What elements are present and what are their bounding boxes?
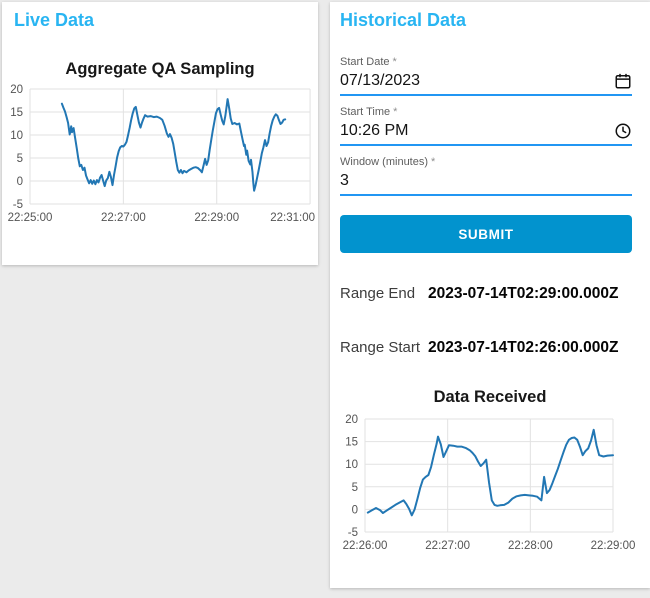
calendar-icon[interactable]: [614, 72, 632, 90]
live-data-panel: Live Data Aggregate QA Sampling 20 15 10 5 0…: [2, 2, 318, 265]
start-date-field: Start Date *: [340, 55, 632, 96]
start-date-label: Start Date *: [340, 56, 397, 68]
window-minutes-field: Window (minutes) *: [340, 155, 632, 196]
data-received-chart-plot: 20 15 10 5 0 -5 22:26:00 22:27:00 22:28:00 22:29:…: [330, 411, 650, 559]
clock-icon[interactable]: [614, 122, 632, 140]
start-date-input[interactable]: [340, 72, 614, 90]
historical-panel-title: Historical Data: [340, 10, 467, 30]
start-time-input[interactable]: [340, 122, 614, 140]
live-panel-title: Live Data: [14, 10, 95, 30]
svg-text:22:29:00: 22:29:00: [194, 212, 239, 224]
svg-text:0: 0: [17, 176, 23, 188]
range-end-row: Range End 2023-07-14T02:29:00.000Z: [340, 285, 650, 303]
required-asterisk: *: [431, 156, 436, 168]
svg-text:22:25:00: 22:25:00: [8, 212, 53, 224]
start-time-field: Start Time *: [340, 105, 632, 146]
live-chart: Aggregate QA Sampling 20 15 10 5 0 -5 22:25:00…: [2, 60, 318, 231]
range-end-label: Range End: [340, 285, 416, 302]
data-received-chart-title: Data Received: [433, 388, 547, 406]
svg-text:22:29:00: 22:29:00: [591, 540, 636, 552]
svg-text:22:28:00: 22:28:00: [508, 540, 553, 552]
submit-button[interactable]: SUBMIT: [340, 215, 632, 253]
window-minutes-input[interactable]: [340, 172, 632, 190]
svg-text:20: 20: [10, 84, 23, 96]
svg-text:5: 5: [352, 482, 358, 494]
svg-text:15: 15: [10, 107, 23, 119]
svg-text:20: 20: [345, 414, 358, 426]
svg-text:5: 5: [17, 153, 23, 165]
range-end-value: 2023-07-14T02:29:00.000Z: [428, 285, 619, 302]
required-asterisk: *: [393, 106, 398, 118]
live-chart-plot: 20 15 10 5 0 -5 22:25:00 22:27:00 22:29:00 22:31:…: [2, 83, 318, 231]
svg-text:0: 0: [352, 504, 358, 516]
required-asterisk: *: [392, 56, 397, 68]
window-minutes-label: Window (minutes) *: [340, 156, 436, 168]
svg-text:-5: -5: [13, 199, 23, 211]
svg-text:22:31:00: 22:31:00: [270, 212, 315, 224]
data-received-chart: Data Received 20 15 10 5 0 -5 22:26:00 22:27:00…: [330, 388, 650, 559]
svg-text:10: 10: [345, 459, 358, 471]
svg-text:-5: -5: [348, 527, 358, 539]
svg-text:22:27:00: 22:27:00: [425, 540, 470, 552]
svg-text:15: 15: [345, 437, 358, 449]
range-start-row: Range Start 2023-07-14T02:26:00.000Z: [340, 339, 650, 357]
live-chart-title: Aggregate QA Sampling: [65, 60, 255, 78]
range-start-value: 2023-07-14T02:26:00.000Z: [428, 339, 619, 356]
svg-text:10: 10: [10, 130, 23, 142]
range-start-label: Range Start: [340, 339, 421, 356]
start-time-label: Start Time *: [340, 106, 398, 118]
historical-data-panel: Historical Data Start Date* Start Time*: [330, 2, 650, 588]
svg-text:22:27:00: 22:27:00: [101, 212, 146, 224]
svg-text:22:26:00: 22:26:00: [343, 540, 388, 552]
